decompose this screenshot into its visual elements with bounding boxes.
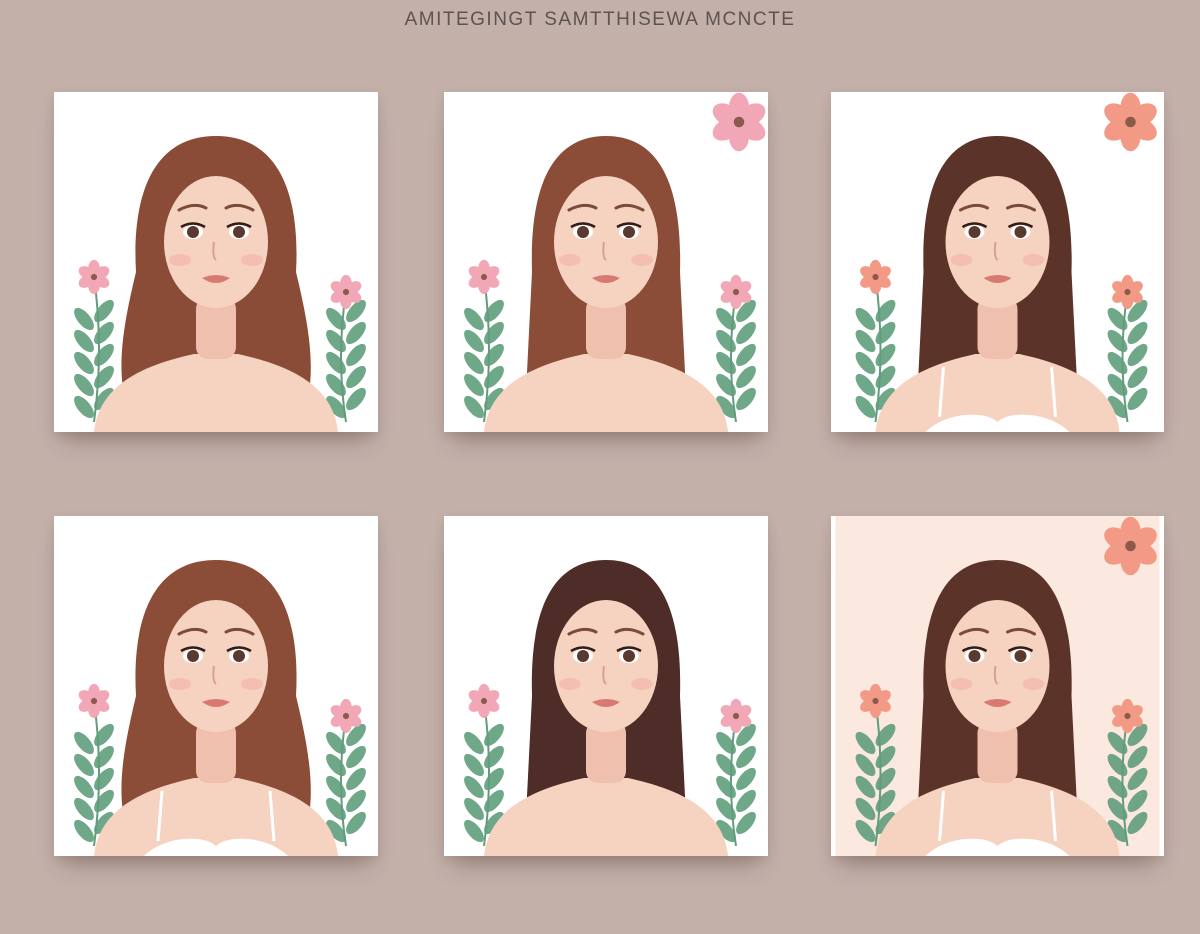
portrait-illustration: [464, 560, 756, 856]
portrait-illustration: [74, 136, 366, 432]
portrait-card[interactable]: [54, 92, 378, 432]
portrait-card[interactable]: [54, 516, 378, 856]
portrait-card[interactable]: [444, 516, 768, 856]
portrait-illustration: [835, 516, 1160, 856]
portrait-card[interactable]: [831, 516, 1164, 856]
portrait-card[interactable]: [444, 92, 768, 432]
portrait-illustration: [464, 92, 766, 432]
page-title: AMITEGINGT SAMTTHISEWA MCNCTE: [404, 9, 796, 30]
portrait-card[interactable]: [831, 92, 1164, 432]
portrait-illustration: [74, 560, 366, 856]
portrait-illustration: [855, 92, 1157, 432]
